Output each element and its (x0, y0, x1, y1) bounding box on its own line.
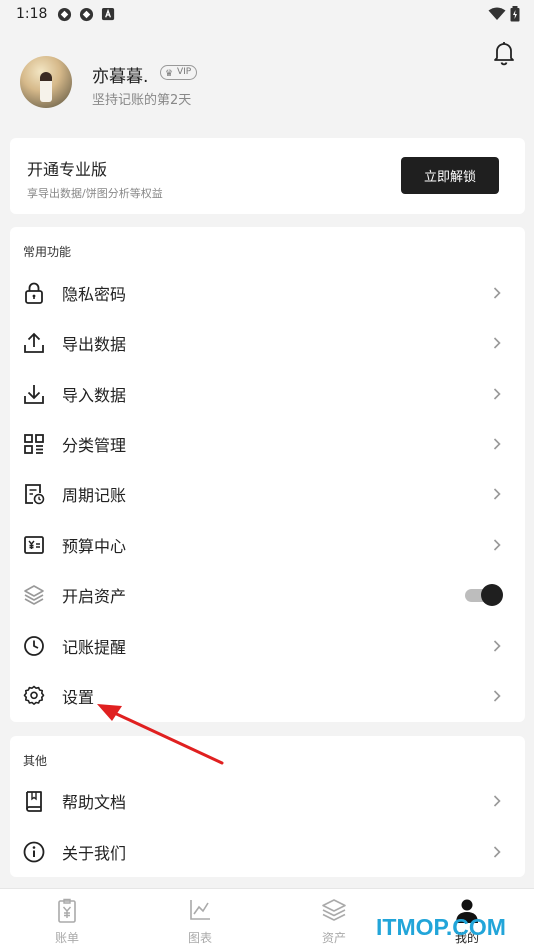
tab-label: 账单 (54, 931, 79, 945)
common-functions-card: 常用功能 隐私密码 导出数据 导入数据 分类管理 周期记账 预算中心 开启资产 (10, 227, 525, 722)
menu-item-label: 分类管理 (62, 436, 127, 455)
chevron-right-icon (493, 488, 501, 500)
status-bar: 1:18 (0, 0, 534, 28)
chevron-right-icon (493, 690, 501, 702)
bell-icon[interactable] (492, 40, 516, 66)
menu-item-label: 记账提醒 (62, 638, 127, 657)
section-title: 常用功能 (23, 245, 72, 259)
layers-icon (24, 585, 44, 605)
chevron-right-icon (493, 795, 501, 807)
book-icon (26, 791, 42, 812)
menu-item-label: 周期记账 (62, 486, 127, 505)
avatar[interactable] (20, 56, 72, 108)
info-icon (23, 841, 45, 863)
watermark: ITMOP.COM (376, 914, 506, 940)
text-notification-icon (102, 7, 115, 20)
pro-description: 享导出数据/饼图分析等权益 (27, 187, 163, 200)
pro-title: 开通专业版 (27, 160, 108, 179)
menu-item-label: 隐私密码 (62, 285, 127, 304)
download-icon (24, 385, 44, 404)
layers-icon (322, 899, 346, 921)
enable-assets-toggle[interactable] (465, 584, 503, 606)
upload-icon (24, 332, 44, 353)
chevron-right-icon (493, 388, 501, 400)
menu-item-about-us[interactable]: 关于我们 (10, 827, 525, 877)
vip-label: VIP (177, 67, 192, 77)
user-nickname[interactable]: 亦暮暮. (92, 62, 148, 87)
clock-icon (24, 636, 44, 656)
menu-item-label: 关于我们 (62, 844, 127, 863)
menu-item-bookkeeping-reminder[interactable]: 记账提醒 (10, 621, 525, 671)
app-notification-icon (58, 7, 72, 21)
menu-item-import-data[interactable]: 导入数据 (10, 369, 525, 419)
profile-header: 亦暮暮. ♛ VIP 坚持记账的第2天 (0, 28, 534, 136)
unlock-button[interactable]: 立即解锁 (401, 157, 499, 194)
chevron-right-icon (493, 287, 501, 299)
menu-item-category-management[interactable]: 分类管理 (10, 419, 525, 469)
category-grid-icon (24, 434, 44, 454)
budget-icon (24, 536, 44, 554)
menu-item-recurring-bookkeeping[interactable]: 周期记账 (10, 469, 525, 519)
tab-bills[interactable]: 账单 (0, 889, 134, 950)
status-time: 1:18 (16, 6, 48, 22)
menu-item-label: 导出数据 (62, 335, 127, 354)
vip-badge: ♛ VIP (160, 65, 198, 80)
wifi-icon (488, 7, 506, 20)
chevron-right-icon (493, 640, 501, 652)
lock-icon (25, 282, 43, 304)
chevron-right-icon (493, 846, 501, 858)
section-title: 其他 (23, 754, 48, 768)
tab-charts[interactable]: 图表 (133, 889, 267, 950)
chevron-right-icon (493, 539, 501, 551)
chart-icon (190, 900, 210, 920)
chevron-right-icon (493, 438, 501, 450)
menu-item-budget-center[interactable]: 预算中心 (10, 520, 525, 570)
pro-upgrade-card: 开通专业版 享导出数据/饼图分析等权益 立即解锁 (10, 138, 525, 214)
gear-icon (23, 685, 45, 705)
other-card: 其他 帮助文档 关于我们 (10, 736, 525, 877)
menu-item-privacy-password[interactable]: 隐私密码 (10, 268, 525, 318)
menu-item-label: 开启资产 (62, 587, 127, 606)
recurring-bill-icon (25, 484, 45, 505)
menu-item-label: 帮助文档 (62, 793, 127, 812)
menu-item-settings[interactable]: 设置 (10, 671, 525, 721)
menu-item-label: 设置 (62, 688, 95, 707)
menu-item-label: 预算中心 (62, 537, 127, 556)
menu-item-export-data[interactable]: 导出数据 (10, 318, 525, 368)
menu-item-help-docs[interactable]: 帮助文档 (10, 776, 525, 826)
chevron-right-icon (493, 337, 501, 349)
crown-icon: ♛ (165, 69, 174, 79)
app-notification-icon (80, 7, 94, 21)
battery-icon (510, 6, 520, 22)
bookkeeping-days-text: 坚持记账的第2天 (92, 93, 192, 108)
bill-icon (58, 898, 76, 923)
tab-label: 图表 (187, 931, 212, 945)
menu-item-enable-assets: 开启资产 (10, 570, 525, 620)
menu-item-label: 导入数据 (62, 386, 127, 405)
